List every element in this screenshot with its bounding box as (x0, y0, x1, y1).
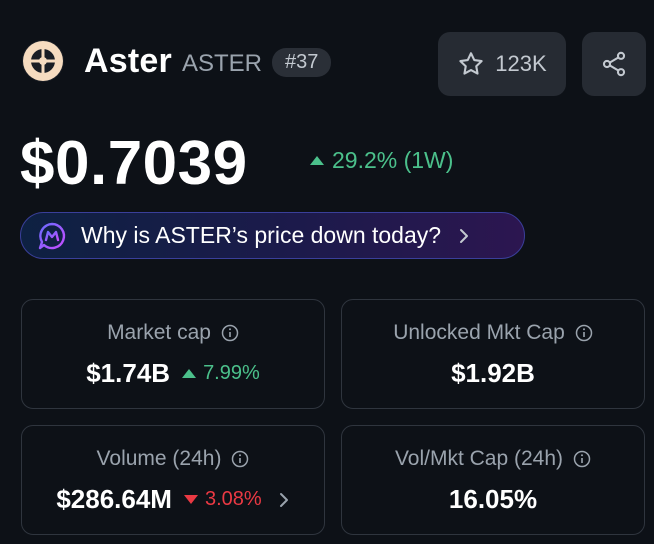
volume-24h-value: $286.64M (56, 484, 172, 514)
rank-badge: #37 (271, 47, 332, 77)
info-icon[interactable] (573, 450, 591, 468)
price-change-value: 29.2% (1W) (332, 147, 454, 173)
unlocked-mkt-cap-value: $1.92B (451, 358, 535, 388)
caret-up-icon (182, 369, 197, 378)
volume-24h-label: Volume (24h) (96, 447, 222, 470)
share-button[interactable] (582, 32, 646, 96)
coin-symbol: ASTER (181, 50, 262, 77)
aster-logo-icon (22, 40, 64, 82)
vol-mkt-cap-value: 16.05% (448, 484, 538, 514)
info-icon[interactable] (221, 324, 239, 342)
watchlist-button[interactable]: 123K (438, 32, 566, 96)
share-icon (600, 50, 628, 78)
unlocked-mkt-cap-label: Unlocked Mkt Cap (393, 321, 565, 344)
star-icon (457, 50, 485, 78)
coin-header: Aster ASTER #37 (22, 40, 332, 82)
caret-up-icon (310, 156, 324, 165)
watchlist-count: 123K (495, 51, 547, 76)
volume-24h-change: 3.08% (204, 488, 262, 510)
ai-chat-icon (37, 221, 67, 251)
vol-mkt-cap-card: Vol/Mkt Cap (24h) 16.05% (341, 425, 645, 535)
vol-mkt-cap-label: Vol/Mkt Cap (24h) (394, 447, 564, 470)
market-cap-label: Market cap (107, 321, 211, 344)
caret-down-icon (183, 495, 198, 504)
market-cap-change: 7.99% (203, 362, 260, 384)
ai-insight-button[interactable]: Why is ASTER’s price down today? (20, 212, 525, 259)
coin-name: Aster (84, 41, 172, 80)
volume-24h-card[interactable]: Volume (24h) $286.64M 3.08% (21, 425, 325, 535)
market-cap-value: $1.74B (86, 358, 171, 388)
info-icon[interactable] (231, 450, 249, 468)
price-change: 29.2% (1W) (310, 147, 453, 174)
ai-prompt-text: Why is ASTER’s price down today? (81, 222, 442, 248)
unlocked-mkt-cap-card: Unlocked Mkt Cap $1.92B (341, 299, 645, 409)
current-price: $0.7039 (20, 129, 248, 198)
chevron-right-icon (457, 226, 471, 246)
chevron-right-icon (278, 491, 290, 509)
market-cap-card: Market cap $1.74B 7.99% (21, 299, 325, 409)
info-icon[interactable] (575, 324, 593, 342)
